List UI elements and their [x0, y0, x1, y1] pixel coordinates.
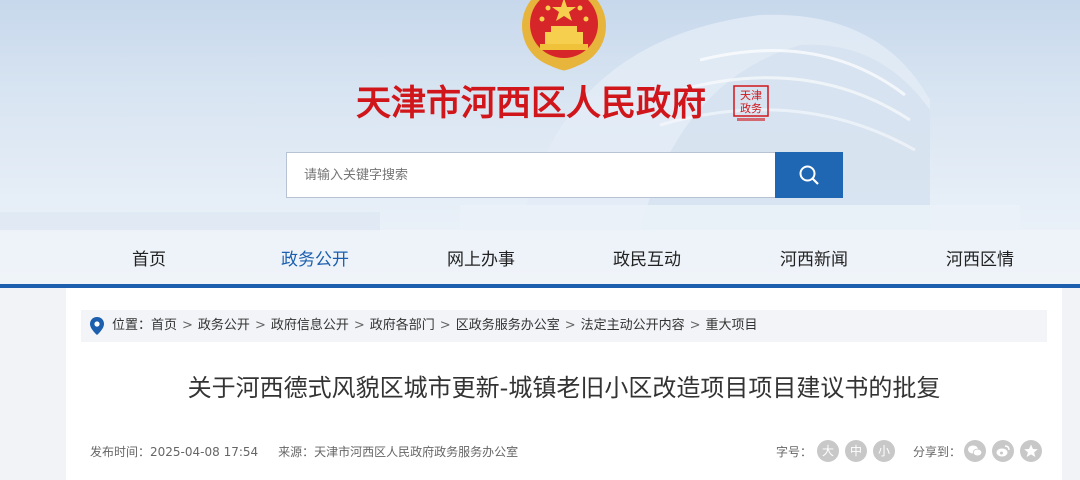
nav-district-info[interactable]: 河西区情: [946, 240, 1014, 280]
breadcrumb-major-projects[interactable]: 重大项目: [706, 318, 758, 333]
svg-text:政务: 政务: [740, 101, 762, 115]
breadcrumb-separator: >: [439, 318, 451, 333]
main-nav: 首页 政务公开 网上办事 政民互动 河西新闻 河西区情: [0, 240, 1080, 280]
wechat-share-button[interactable]: [964, 440, 986, 462]
article-meta: 发布时间：2025-04-08 17:54 来源：天津市河西区人民政府政务服务办公…: [90, 440, 518, 464]
article-title: 关于河西德式风貌区城市更新-城镇老旧小区改造项目项目建议书的批复: [187, 374, 941, 402]
source-label: 来源：: [278, 445, 315, 459]
city-seal-icon: 天津 政务: [733, 85, 769, 121]
font-size-large-button[interactable]: 大: [817, 440, 839, 462]
breadcrumb-service-office[interactable]: 区政务服务办公室: [456, 318, 560, 333]
font-size-medium-button[interactable]: 中: [845, 440, 867, 462]
nav-online-services[interactable]: 网上办事: [447, 240, 515, 280]
national-emblem-icon: [522, 0, 606, 71]
source-value: 天津市河西区人民政府政务服务办公室: [314, 445, 519, 459]
font-size-small-button[interactable]: 小: [873, 440, 895, 462]
search-button[interactable]: [775, 152, 843, 198]
publish-time: 2025-04-08 17:54: [150, 445, 259, 459]
share-label: 分享到：: [913, 445, 962, 459]
nav-home[interactable]: 首页: [132, 240, 166, 280]
breadcrumb-label: 位置：: [112, 318, 152, 333]
breadcrumb-gov-affairs[interactable]: 政务公开: [198, 318, 250, 333]
breadcrumb-separator: >: [564, 318, 576, 333]
breadcrumb-statutory-content[interactable]: 法定主动公开内容: [581, 318, 685, 333]
nav-gov-affairs[interactable]: 政务公开: [281, 240, 349, 280]
nav-news[interactable]: 河西新闻: [780, 240, 848, 280]
site-title: 天津市河西区人民政府: [356, 83, 707, 124]
favorite-icon: [1024, 444, 1038, 457]
site-header: 天津市河西区人民政府 天津 政务 首页 政务公开 网上办事 政民互动 河西新闻 …: [0, 0, 1080, 284]
breadcrumb-separator: >: [254, 318, 266, 333]
weibo-icon: [996, 445, 1010, 457]
breadcrumb: 位置： 首页 > 政务公开 > 政府信息公开 > 政府各部门 > 区政务服务办公室 > 法定主动公开…: [81, 310, 1047, 342]
svg-text:天津: 天津: [740, 89, 762, 102]
font-size-label: 字号：: [776, 445, 813, 459]
location-pin-icon: [90, 317, 104, 335]
nav-interaction[interactable]: 政民互动: [613, 240, 681, 280]
favorite-share-button[interactable]: [1020, 440, 1042, 462]
search-icon: [799, 165, 819, 185]
wechat-icon: [968, 445, 983, 457]
breadcrumb-gov-info[interactable]: 政府信息公开: [271, 318, 349, 333]
weibo-share-button[interactable]: [992, 440, 1014, 462]
publish-label: 发布时间：: [90, 445, 151, 459]
breadcrumb-list: 首页 > 政务公开 > 政府信息公开 > 政府各部门 > 区政务服务办公室 > 法定主动公开内容 > 重…: [151, 310, 758, 342]
breadcrumb-separator: >: [182, 318, 193, 333]
breadcrumb-separator: >: [689, 318, 701, 333]
breadcrumb-departments[interactable]: 政府各部门: [370, 318, 435, 333]
search-input[interactable]: [286, 152, 775, 198]
breadcrumb-separator: >: [353, 318, 365, 333]
breadcrumb-home[interactable]: 首页: [151, 318, 177, 333]
